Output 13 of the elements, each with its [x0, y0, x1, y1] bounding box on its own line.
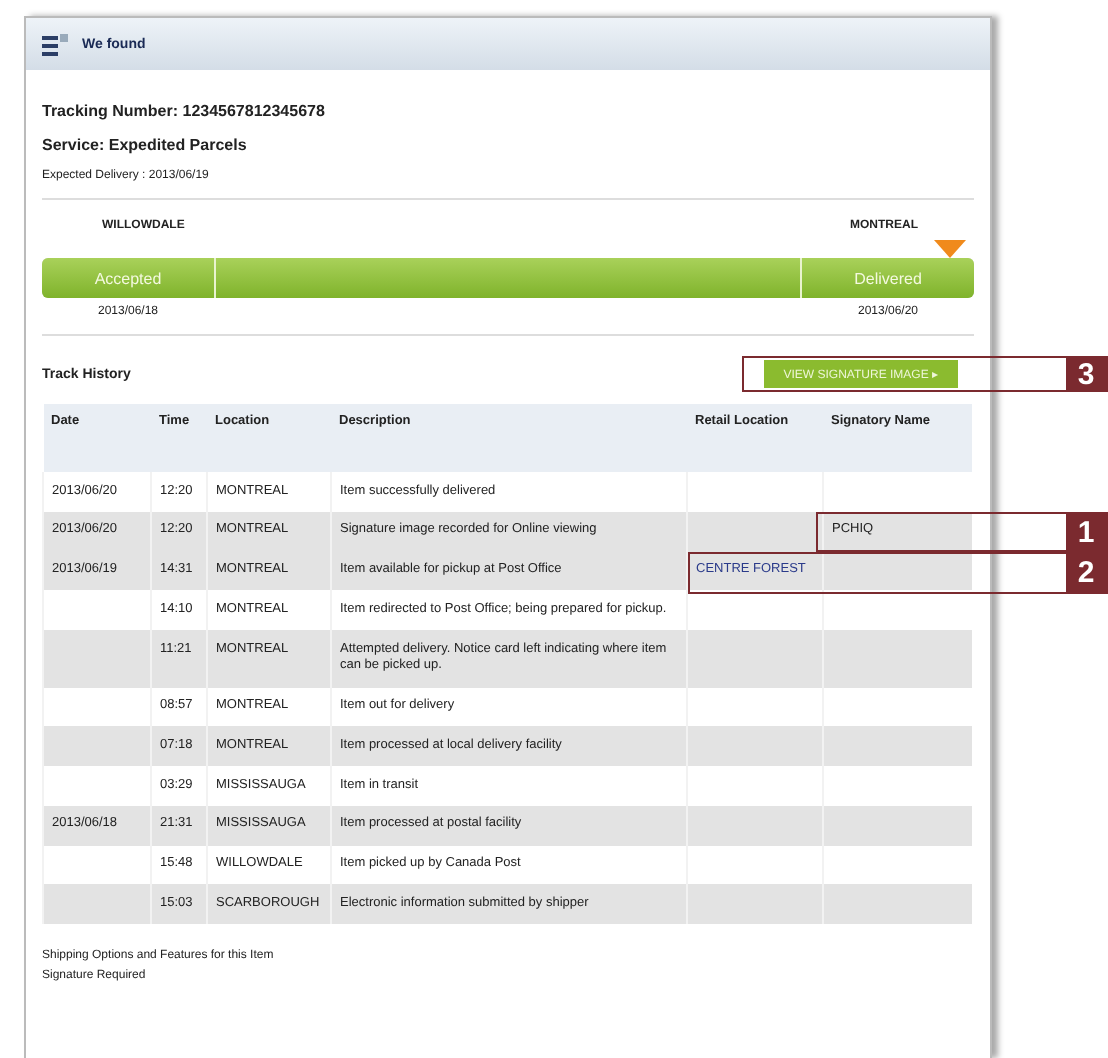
service-type: Service: Expedited Parcels: [42, 136, 249, 154]
table-cell: [687, 726, 823, 767]
stage-label: Delivered: [800, 258, 974, 298]
tracking-number: Tracking Number: 1234567812345678: [42, 102, 327, 120]
callout-number: 3: [1066, 356, 1106, 392]
callout-number: 1: [1066, 512, 1106, 552]
callout-number: 2: [1066, 552, 1106, 594]
table-cell: [687, 630, 823, 688]
table-cell: [687, 805, 823, 846]
stage-label: Accepted: [42, 258, 216, 298]
list-icon: [42, 33, 70, 55]
table-cell: [687, 511, 823, 552]
table-cell: [687, 884, 823, 925]
